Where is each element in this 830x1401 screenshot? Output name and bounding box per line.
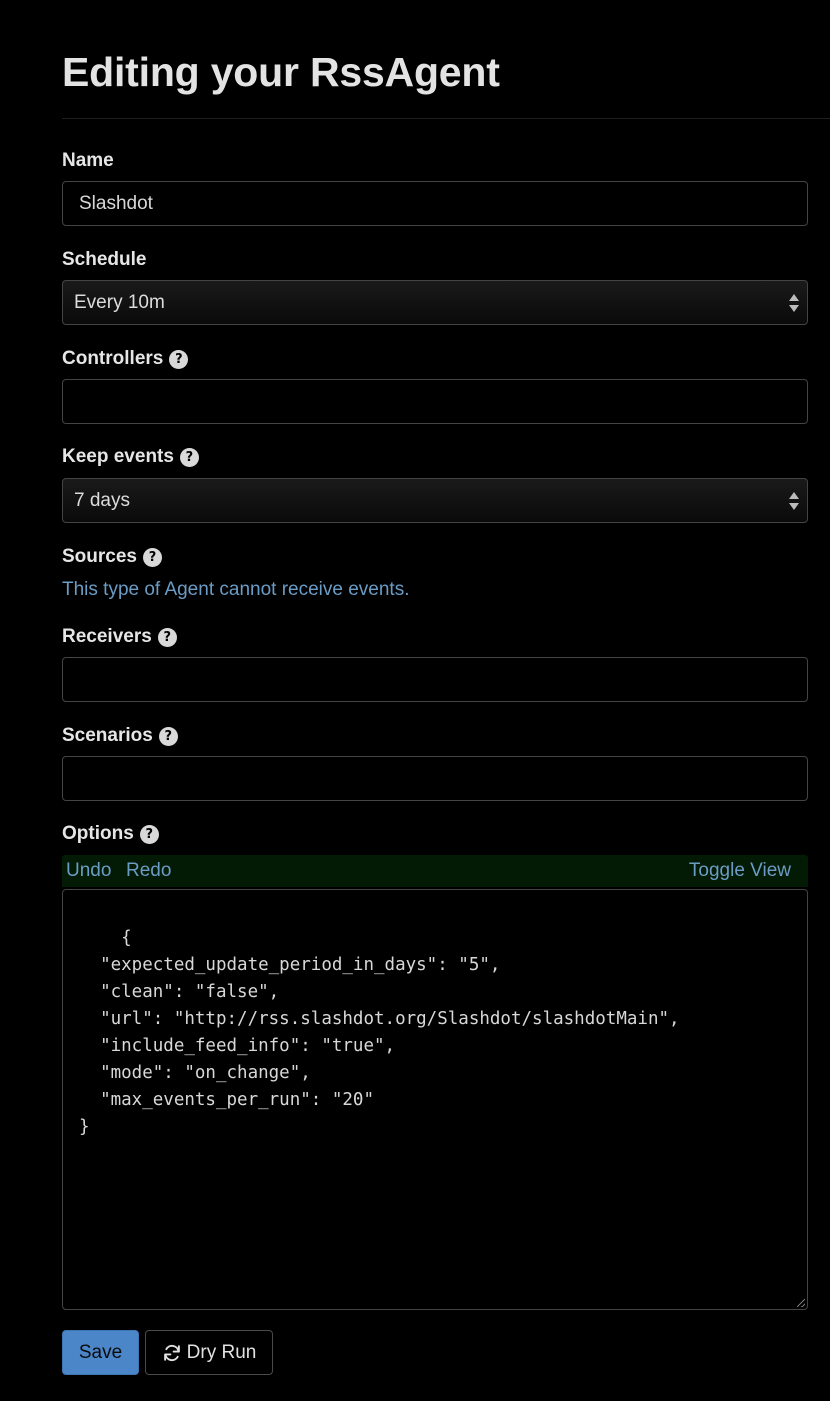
page-title: Editing your RssAgent bbox=[62, 49, 500, 95]
controllers-label: Controllers ? bbox=[62, 348, 189, 370]
select-arrows-icon bbox=[789, 293, 799, 313]
options-label: Options ? bbox=[62, 823, 159, 845]
name-input[interactable] bbox=[62, 181, 808, 226]
keep-events-selected-value: 7 days bbox=[74, 490, 130, 511]
options-editor-toolbar: Undo Redo Toggle View bbox=[62, 855, 808, 887]
sources-message: This type of Agent cannot receive events… bbox=[62, 579, 410, 600]
name-label-text: Name bbox=[62, 150, 114, 171]
save-button[interactable]: Save bbox=[62, 1330, 139, 1375]
receivers-label: Receivers ? bbox=[62, 626, 177, 648]
controllers-input[interactable] bbox=[62, 379, 808, 424]
name-label: Name bbox=[62, 150, 114, 172]
receivers-input[interactable] bbox=[62, 657, 808, 702]
schedule-label: Schedule bbox=[62, 249, 146, 271]
resize-handle-icon[interactable] bbox=[797, 1299, 805, 1307]
select-arrows-icon bbox=[789, 491, 799, 511]
schedule-select[interactable]: Every 10m bbox=[62, 280, 808, 325]
options-json-editor[interactable]: { "expected_update_period_in_days": "5",… bbox=[62, 889, 808, 1310]
receivers-label-text: Receivers bbox=[62, 626, 152, 647]
keep-events-help-icon[interactable]: ? bbox=[179, 447, 199, 467]
redo-button[interactable]: Redo bbox=[126, 860, 171, 882]
toggle-view-button[interactable]: Toggle View bbox=[689, 860, 791, 882]
dry-run-button-label: Dry Run bbox=[186, 1342, 257, 1363]
keep-events-select[interactable]: 7 days bbox=[62, 478, 808, 523]
controllers-help-icon[interactable]: ? bbox=[169, 349, 189, 369]
scenarios-help-icon[interactable]: ? bbox=[158, 726, 178, 746]
schedule-selected-value: Every 10m bbox=[74, 292, 165, 313]
keep-events-label-text: Keep events bbox=[62, 446, 174, 467]
dry-run-button[interactable]: Dry Run bbox=[145, 1330, 273, 1375]
options-help-icon[interactable]: ? bbox=[139, 824, 159, 844]
scenarios-label: Scenarios ? bbox=[62, 725, 178, 747]
refresh-icon bbox=[163, 1344, 180, 1361]
scenarios-input[interactable] bbox=[62, 756, 808, 801]
save-button-label: Save bbox=[78, 1342, 123, 1363]
options-label-text: Options bbox=[62, 823, 134, 844]
sources-help-icon[interactable]: ? bbox=[142, 547, 162, 567]
keep-events-label: Keep events ? bbox=[62, 446, 199, 468]
schedule-label-text: Schedule bbox=[62, 249, 147, 270]
sources-label-text: Sources bbox=[62, 546, 137, 567]
scenarios-label-text: Scenarios bbox=[62, 725, 153, 746]
title-divider bbox=[62, 118, 830, 119]
sources-label: Sources ? bbox=[62, 546, 162, 568]
options-json-text: { "expected_update_period_in_days": "5",… bbox=[79, 928, 680, 1137]
controllers-label-text: Controllers bbox=[62, 348, 164, 369]
receivers-help-icon[interactable]: ? bbox=[157, 627, 177, 647]
undo-button[interactable]: Undo bbox=[66, 860, 111, 882]
